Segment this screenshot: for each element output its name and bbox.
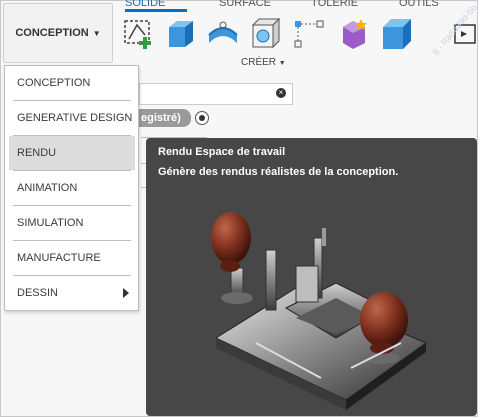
revolve-icon[interactable]	[205, 15, 241, 51]
menu-item-simulation[interactable]: SIMULATION	[9, 206, 135, 240]
workspace-switcher-button[interactable]: CONCEPTION ▼	[3, 3, 113, 63]
menu-item-generative-design[interactable]: GENERATIVE DESIGN	[9, 101, 135, 135]
active-tab-indicator	[125, 9, 187, 12]
menu-item-dessin-label: DESSIN	[17, 287, 58, 299]
form-icon[interactable]	[335, 15, 371, 51]
chevron-down-icon: ▼	[278, 60, 286, 67]
router-plane-render-image	[211, 212, 428, 410]
clear-icon[interactable]: ×	[276, 88, 286, 98]
app-window: CONCEPTION ▼ SOLIDE SURFACE TÔLERIE OUTI…	[0, 0, 478, 417]
tab-tolerie[interactable]: TÔLERIE	[311, 0, 358, 9]
extrude-icon[interactable]	[163, 15, 199, 51]
menu-item-conception[interactable]: CONCEPTION	[9, 66, 135, 100]
tab-surface[interactable]: SURFACE	[219, 0, 271, 9]
submenu-arrow-icon	[123, 288, 129, 298]
menu-item-manufacture[interactable]: MANUFACTURE	[9, 241, 135, 275]
hole-icon[interactable]	[247, 15, 283, 51]
active-radio-icon[interactable]	[195, 111, 209, 125]
workspace-tooltip: Rendu Espace de travail Génère des rendu…	[146, 138, 477, 416]
box-icon[interactable]	[379, 15, 415, 51]
menu-item-animation[interactable]: ANIMATION	[9, 171, 135, 205]
menu-item-dessin[interactable]: DESSIN	[9, 276, 135, 310]
tab-outils[interactable]: OUTILS	[399, 0, 439, 9]
component-chip: egistré)	[139, 109, 191, 127]
toolbar-tabs: SOLIDE SURFACE TÔLERIE OUTILS	[113, 0, 478, 9]
workspace-switcher-label: CONCEPTION	[15, 27, 89, 39]
create-group-label[interactable]: CRÉER ▼	[241, 57, 286, 68]
workspace-menu: CONCEPTION GENERATIVE DESIGN RENDU ANIMA…	[4, 65, 139, 311]
pattern-icon[interactable]	[291, 15, 327, 51]
menu-item-rendu[interactable]: RENDU	[9, 136, 135, 170]
browser-search-input[interactable]: ×	[139, 83, 293, 105]
tab-solide[interactable]: SOLIDE	[125, 0, 165, 9]
chevron-down-icon: ▼	[92, 28, 101, 38]
new-sketch-icon[interactable]	[121, 15, 157, 51]
